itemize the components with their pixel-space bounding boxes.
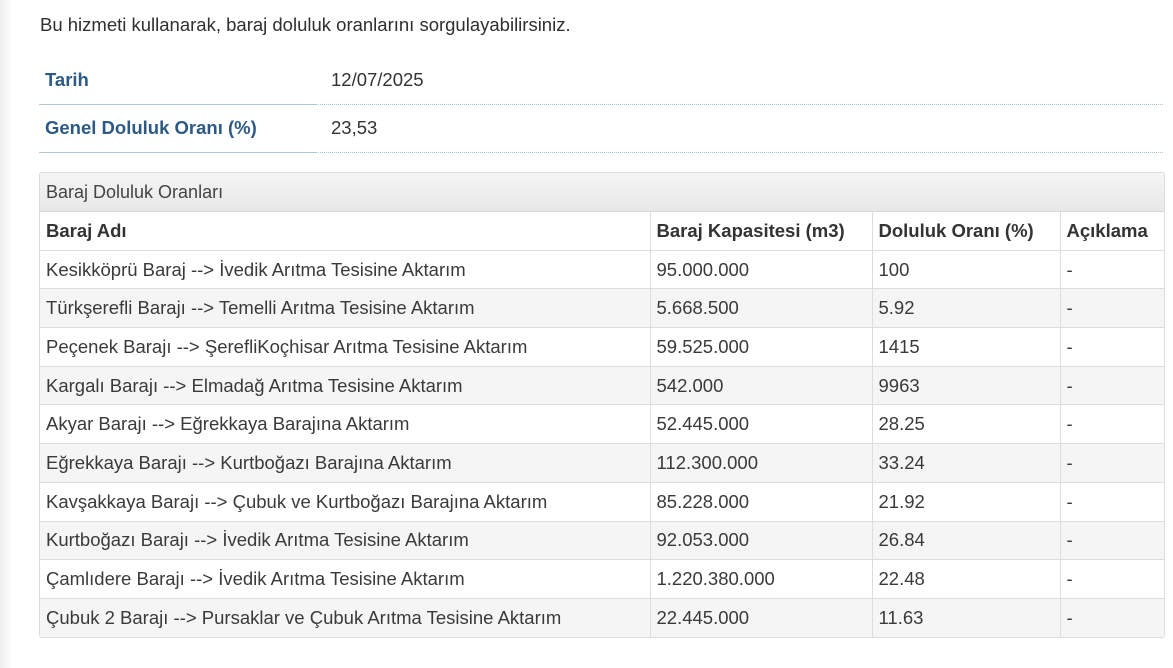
column-header-capacity: Baraj Kapasitesi (m3) <box>650 212 873 251</box>
dam-name-cell: Kurtboğazı Barajı --> İvedik Arıtma Tesi… <box>40 520 651 560</box>
column-header-description: Açıklama <box>1060 212 1164 251</box>
capacity-cell: 22.445.000 <box>650 597 873 637</box>
description-cell: - <box>1060 520 1164 560</box>
fill-rate-label: Genel Doluluk Oranı (%) <box>39 104 315 153</box>
capacity-cell: 1.220.380.000 <box>650 559 873 599</box>
fill-rate-cell: 100 <box>872 249 1061 289</box>
table-row: Türkşerefli Barajı --> Temelli Arıtma Te… <box>40 288 1164 328</box>
fill-rate-cell: 5.92 <box>872 288 1061 328</box>
description-cell: - <box>1060 597 1164 637</box>
capacity-cell: 542.000 <box>650 365 873 405</box>
column-header-dam-name: Baraj Adı <box>40 212 651 251</box>
capacity-cell: 59.525.000 <box>650 327 873 367</box>
fill-rate-cell: 28.25 <box>872 404 1061 444</box>
date-label: Tarih <box>39 56 315 105</box>
capacity-cell: 92.053.000 <box>650 520 873 560</box>
fill-rate-row: Genel Doluluk Oranı (%) 23,53 <box>39 104 1163 153</box>
column-header-fill-rate: Doluluk Oranı (%) <box>872 212 1061 251</box>
table-row: Çamlıdere Barajı --> İvedik Arıtma Tesis… <box>40 559 1164 599</box>
left-edge-shade <box>0 0 12 668</box>
table-row: Peçenek Barajı --> ŞerefliKoçhisar Arıtm… <box>40 327 1164 367</box>
date-row: Tarih 12/07/2025 <box>39 56 1163 105</box>
table-row: Çubuk 2 Barajı --> Pursaklar ve Çubuk Ar… <box>40 597 1164 637</box>
date-value: 12/07/2025 <box>315 56 1163 105</box>
panel-title: Baraj Doluluk Oranları <box>40 173 1164 212</box>
capacity-cell: 52.445.000 <box>650 404 873 444</box>
table-header-row: Baraj Adı Baraj Kapasitesi (m3) Doluluk … <box>40 212 1164 251</box>
dam-name-cell: Eğrekkaya Barajı --> Kurtboğazı Barajına… <box>40 443 651 483</box>
intro-text: Bu hizmeti kullanarak, baraj doluluk ora… <box>40 14 571 35</box>
table-row: Kavşakkaya Barajı --> Çubuk ve Kurtboğaz… <box>40 481 1164 521</box>
table-row: Eğrekkaya Barajı --> Kurtboğazı Barajına… <box>40 443 1164 483</box>
dam-fill-panel: Baraj Doluluk Oranları Baraj Adı Baraj K… <box>39 172 1165 638</box>
capacity-cell: 112.300.000 <box>650 443 873 483</box>
description-cell: - <box>1060 249 1164 289</box>
description-cell: - <box>1060 327 1164 367</box>
capacity-cell: 95.000.000 <box>650 249 873 289</box>
dam-name-cell: Çamlıdere Barajı --> İvedik Arıtma Tesis… <box>40 559 651 599</box>
table-row: Kurtboğazı Barajı --> İvedik Arıtma Tesi… <box>40 520 1164 560</box>
fill-rate-cell: 21.92 <box>872 481 1061 521</box>
fill-rate-cell: 22.48 <box>872 559 1061 599</box>
page: Bu hizmeti kullanarak, baraj doluluk ora… <box>0 0 1173 668</box>
dam-name-cell: Kesikköprü Baraj --> İvedik Arıtma Tesis… <box>40 249 651 289</box>
table-row: Akyar Barajı --> Eğrekkaya Barajına Akta… <box>40 404 1164 444</box>
dam-name-cell: Akyar Barajı --> Eğrekkaya Barajına Akta… <box>40 404 651 444</box>
dam-name-cell: Çubuk 2 Barajı --> Pursaklar ve Çubuk Ar… <box>40 597 651 637</box>
fill-rate-cell: 1415 <box>872 327 1061 367</box>
description-cell: - <box>1060 559 1164 599</box>
dam-name-cell: Kavşakkaya Barajı --> Çubuk ve Kurtboğaz… <box>40 481 651 521</box>
summary-table: Tarih 12/07/2025 Genel Doluluk Oranı (%)… <box>39 56 1163 153</box>
capacity-cell: 85.228.000 <box>650 481 873 521</box>
fill-rate-cell: 33.24 <box>872 443 1061 483</box>
dam-table: Baraj Adı Baraj Kapasitesi (m3) Doluluk … <box>40 212 1164 637</box>
description-cell: - <box>1060 288 1164 328</box>
capacity-cell: 5.668.500 <box>650 288 873 328</box>
description-cell: - <box>1060 365 1164 405</box>
description-cell: - <box>1060 481 1164 521</box>
description-cell: - <box>1060 443 1164 483</box>
fill-rate-value: 23,53 <box>315 104 1163 153</box>
dam-name-cell: Peçenek Barajı --> ŞerefliKoçhisar Arıtm… <box>40 327 651 367</box>
description-cell: - <box>1060 404 1164 444</box>
table-row: Kargalı Barajı --> Elmadağ Arıtma Tesisi… <box>40 365 1164 405</box>
table-row: Kesikköprü Baraj --> İvedik Arıtma Tesis… <box>40 249 1164 289</box>
fill-rate-cell: 9963 <box>872 365 1061 405</box>
fill-rate-cell: 26.84 <box>872 520 1061 560</box>
dam-name-cell: Kargalı Barajı --> Elmadağ Arıtma Tesisi… <box>40 365 651 405</box>
dam-name-cell: Türkşerefli Barajı --> Temelli Arıtma Te… <box>40 288 651 328</box>
fill-rate-cell: 11.63 <box>872 597 1061 637</box>
